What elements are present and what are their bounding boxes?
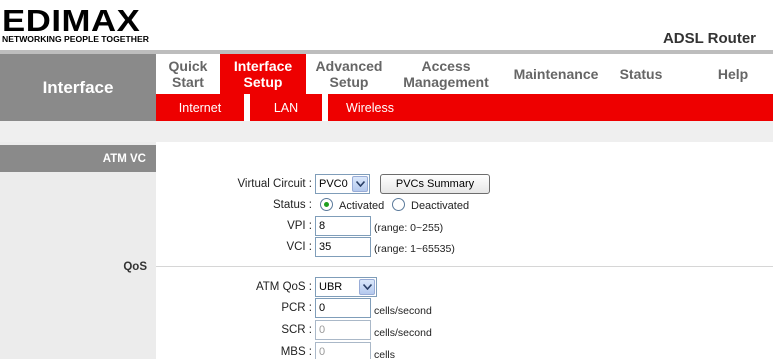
section-header-atm-vc: ATM VC — [0, 145, 156, 172]
page-section-title: Interface — [0, 54, 156, 121]
pvcs-summary-button[interactable]: PVCs Summary — [380, 174, 490, 194]
mbs-unit: cells — [374, 349, 396, 359]
atm-qos-select[interactable]: UBR — [315, 277, 377, 297]
section-header-qos: QoS — [123, 261, 147, 273]
atm-qos-label: ATM QoS : — [255, 281, 312, 293]
scr-input[interactable]: 0 — [315, 320, 371, 340]
vpi-range-hint: (range: 0~255) — [374, 222, 444, 234]
subnav-lan[interactable]: LAN — [250, 94, 322, 121]
nav-quick-start[interactable]: Quick Start — [156, 54, 220, 94]
scr-label: SCR : — [281, 324, 312, 336]
status-activated-radio[interactable] — [320, 198, 333, 211]
subnav-internet[interactable]: Internet — [156, 94, 244, 121]
status-label: Status : — [273, 199, 312, 211]
status-deactivated-label: Deactivated — [411, 200, 470, 212]
virtual-circuit-label: Virtual Circuit : — [237, 178, 312, 190]
vpi-input[interactable]: 8 — [315, 216, 371, 236]
pcr-label: PCR : — [281, 302, 312, 314]
subnav-wireless[interactable]: Wireless — [328, 94, 412, 121]
main-nav: Quick Start Interface Setup Advanced Set… — [156, 54, 773, 94]
mbs-input[interactable]: 0 — [315, 342, 371, 359]
nav-interface-setup[interactable]: Interface Setup — [220, 54, 306, 94]
virtual-circuit-value: PVC0 — [319, 178, 348, 190]
vci-input[interactable]: 35 — [315, 237, 371, 257]
virtual-circuit-select[interactable]: PVC0 — [315, 174, 370, 194]
status-deactivated-radio[interactable] — [392, 198, 405, 211]
mbs-label: MBS : — [280, 346, 312, 358]
edimax-logo: EDIMAX NETWORKING PEOPLE TOGETHER — [2, 3, 164, 46]
router-admin-page: EDIMAX NETWORKING PEOPLE TOGETHER ADSL R… — [0, 0, 773, 359]
vci-range-hint: (range: 1~65535) — [374, 243, 455, 255]
nav-help[interactable]: Help — [702, 54, 764, 94]
section-divider — [156, 266, 773, 267]
logo-wordmark: EDIMAX — [2, 3, 141, 38]
chevron-down-icon — [359, 279, 375, 295]
vpi-label: VPI : — [287, 220, 312, 232]
product-name: ADSL Router — [662, 30, 756, 47]
nav-advanced-setup[interactable]: Advanced Setup — [306, 54, 392, 94]
logo-tagline: NETWORKING PEOPLE TOGETHER — [2, 34, 149, 44]
sub-nav: Internet LAN Wireless — [156, 94, 773, 121]
scr-unit: cells/second — [374, 327, 432, 339]
content-top-band — [0, 121, 773, 142]
atm-qos-value: UBR — [319, 281, 343, 293]
nav-maintenance[interactable]: Maintenance — [500, 54, 612, 94]
left-column — [0, 142, 156, 359]
vci-label: VCI : — [286, 241, 312, 253]
nav-access-management[interactable]: Access Management — [392, 54, 500, 94]
pcr-unit: cells/second — [374, 305, 432, 317]
status-activated-label: Activated — [339, 200, 385, 212]
nav-status[interactable]: Status — [612, 54, 670, 94]
chevron-down-icon — [352, 176, 368, 192]
pcr-input[interactable]: 0 — [315, 298, 371, 318]
